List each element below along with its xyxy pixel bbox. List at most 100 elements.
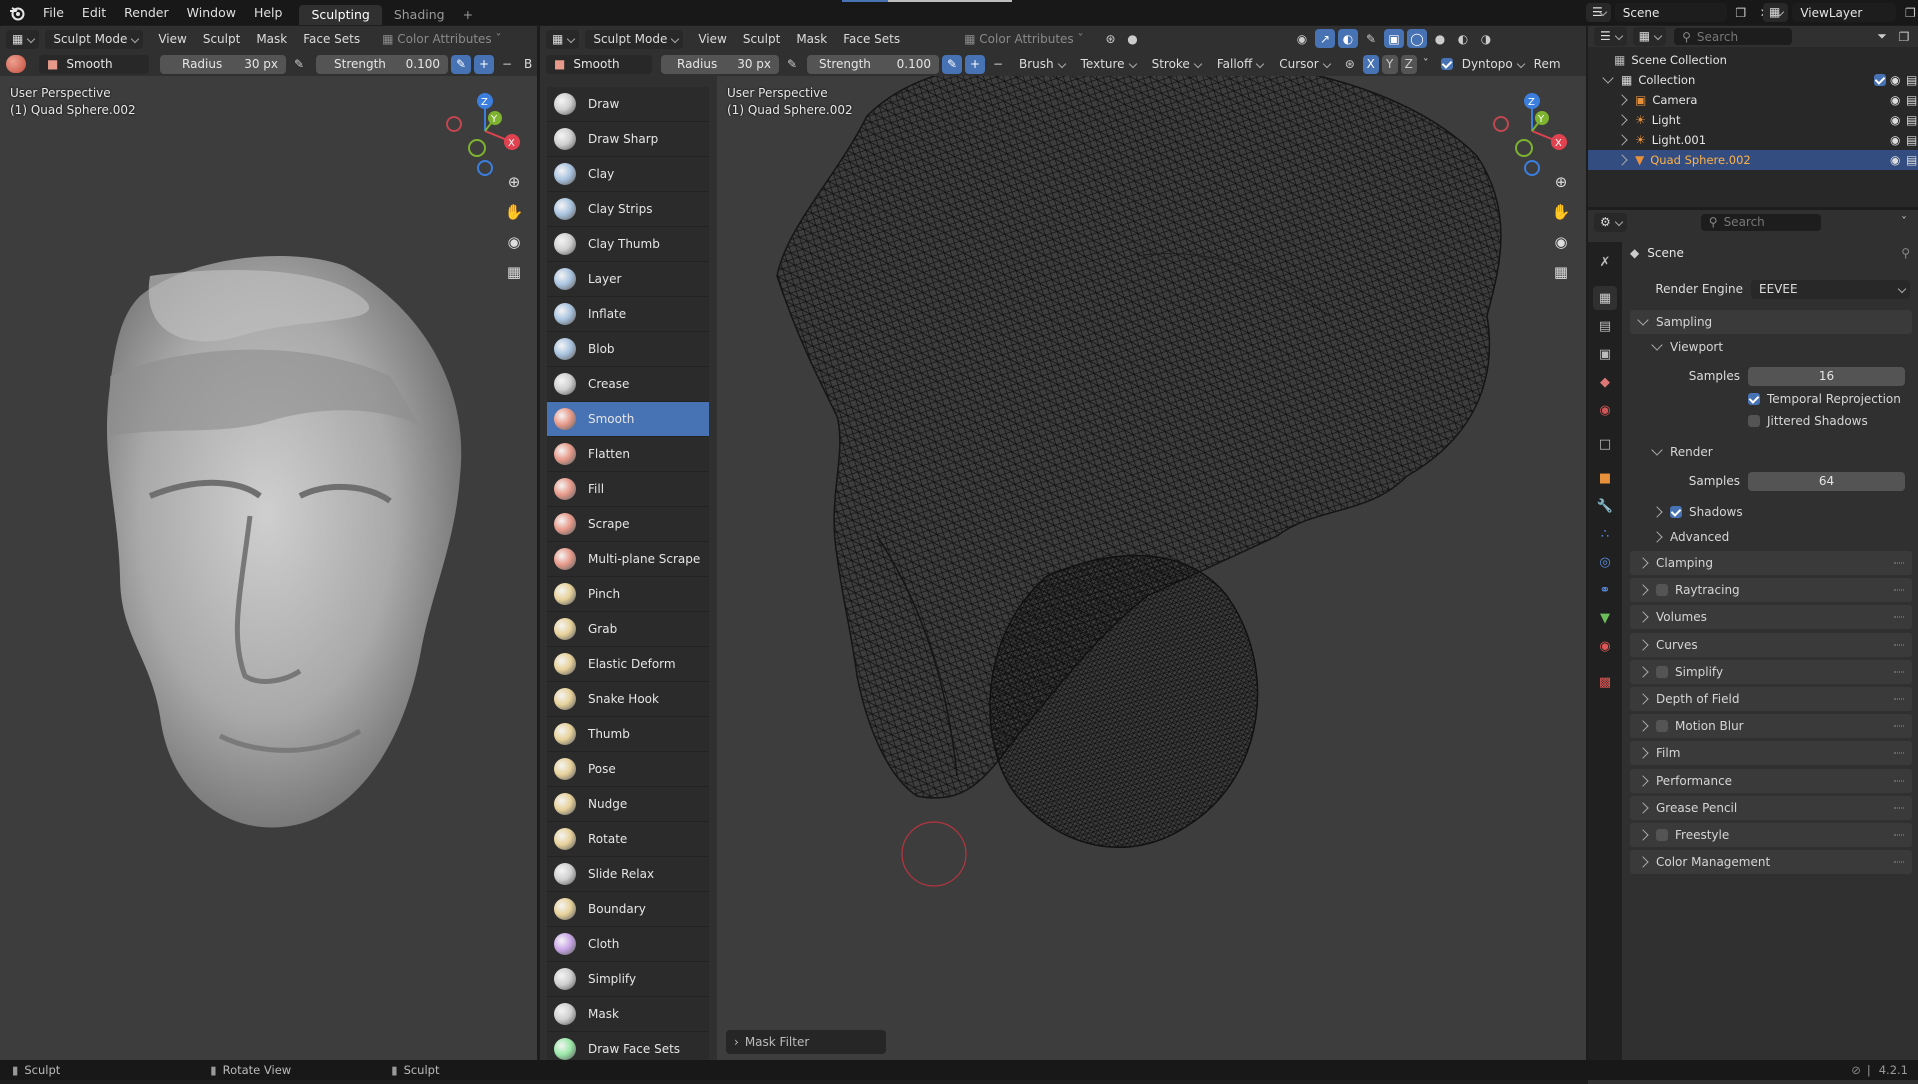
scene-name-field[interactable]: Scene	[1614, 3, 1727, 22]
outliner-scene-collection-row[interactable]: ▦ Scene Collection	[1588, 50, 1918, 70]
outliner-display-mode-icon[interactable]: ▦	[1632, 27, 1667, 46]
brush-item-grab[interactable]: Grab	[547, 612, 709, 647]
center-material-shading-icon[interactable]: ◐	[1453, 29, 1473, 48]
center-wireframe-shading-icon[interactable]: ◯	[1407, 29, 1427, 48]
viewlayer-type-icon[interactable]: ▦	[1763, 3, 1789, 22]
properties-search-input[interactable]: ⚲ Search	[1700, 213, 1821, 231]
center-navigation-gizmo[interactable]: Z X Y	[1487, 86, 1577, 176]
view-layer-tab-icon[interactable]: ▣	[1593, 342, 1617, 366]
panel-curves[interactable]: Curves	[1630, 632, 1912, 657]
outliner-expand-chevron-icon[interactable]	[1616, 134, 1628, 146]
left-zoom-icon[interactable]: ⊕	[502, 170, 526, 194]
sampling-panel-header[interactable]: Sampling	[1630, 310, 1912, 334]
panel-drag-handle-icon[interactable]	[1894, 562, 1904, 564]
outliner-expand-chevron-icon[interactable]	[1616, 94, 1628, 106]
brush-item-inflate[interactable]: Inflate	[547, 297, 709, 332]
center-symmetry-icon[interactable]: ⊛	[1101, 30, 1121, 49]
panel-performance[interactable]: Performance	[1630, 768, 1912, 793]
panel-drag-handle-icon[interactable]	[1894, 861, 1904, 864]
object-tab-icon[interactable]: ■	[1593, 466, 1617, 490]
center-dyntopo-checkbox[interactable]	[1440, 58, 1453, 70]
left-pan-hand-icon[interactable]: ✋	[502, 200, 526, 224]
left-mode-dropdown[interactable]: Sculpt Mode	[45, 29, 144, 49]
scene-type-icon[interactable]: ☰	[1586, 3, 1611, 22]
center-cursor-menu[interactable]: Cursor	[1271, 55, 1334, 74]
center-subtract-direction-icon[interactable]: −	[988, 55, 1008, 74]
brush-item-draw[interactable]: Draw	[547, 87, 709, 122]
center-mode-dropdown[interactable]: Sculpt Mode	[585, 29, 684, 49]
mask-filter-panel[interactable]: › Mask Filter	[726, 1030, 886, 1054]
center-gizmo-toggle-icon[interactable]: ↗	[1315, 29, 1335, 48]
outliner-item-camera[interactable]: ▣ Camera ◉ ▤	[1588, 90, 1918, 110]
panel-drag-handle-icon[interactable]	[1894, 643, 1904, 646]
collection-render-icon[interactable]: ▤	[1906, 73, 1917, 87]
collection-expand-chevron-icon[interactable]	[1602, 72, 1614, 84]
panel-simplify[interactable]: Simplify	[1630, 659, 1912, 684]
center-overlays-toggle-icon[interactable]: ◐	[1338, 29, 1358, 48]
collection-visibility-icon[interactable]: ◉	[1890, 73, 1900, 87]
center-axis-z-toggle[interactable]: Z	[1400, 54, 1417, 74]
brush-item-smooth[interactable]: Smooth	[547, 402, 709, 437]
panel-motion-blur[interactable]: Motion Blur	[1630, 714, 1912, 739]
center-zoom-icon[interactable]: ⊕	[1549, 170, 1573, 194]
brush-item-snake-hook[interactable]: Snake Hook	[547, 682, 709, 717]
sculpted-head-model[interactable]	[0, 76, 537, 1060]
panel-raytracing[interactable]: Raytracing	[1630, 578, 1912, 603]
shadows-subpanel-header[interactable]: Shadows	[1644, 501, 1918, 523]
brush-item-clay[interactable]: Clay	[547, 157, 709, 192]
panel-clamping[interactable]: Clamping	[1630, 551, 1912, 575]
left-brush-icon[interactable]	[6, 55, 26, 73]
center-stroke-menu[interactable]: Stroke	[1144, 55, 1206, 74]
tool-tab-icon[interactable]: ✗	[1593, 250, 1617, 274]
center-rendered-shading-icon[interactable]: ◑	[1476, 29, 1496, 48]
left-editor-type-icon[interactable]: ▦	[6, 29, 40, 49]
texture-tab-icon[interactable]: ▩	[1593, 670, 1617, 694]
brush-item-slide-relax[interactable]: Slide Relax	[547, 857, 709, 892]
center-axis-y-toggle[interactable]: Y	[1381, 54, 1398, 74]
center-menu-view[interactable]: View	[691, 32, 733, 46]
center-remesh-label[interactable]: Rem	[1532, 57, 1563, 71]
center-dyntopo-menu[interactable]: Dyntopo	[1462, 55, 1529, 74]
center-camera-view-icon[interactable]: ◉	[1549, 230, 1573, 254]
brush-item-simplify[interactable]: Simplify	[547, 962, 709, 997]
center-grid-view-icon[interactable]: ▦	[1549, 260, 1573, 284]
outliner-visibility-icon[interactable]: ◉	[1890, 133, 1900, 147]
menu-window[interactable]: Window	[178, 0, 245, 25]
physics-tab-icon[interactable]: ◎	[1593, 550, 1617, 574]
outliner-expand-chevron-icon[interactable]	[1616, 154, 1628, 166]
panel-grease-pencil[interactable]: Grease Pencil	[1630, 795, 1912, 820]
left-grid-view-icon[interactable]: ▦	[502, 260, 526, 284]
viewlayer-name-field[interactable]: ViewLayer	[1792, 3, 1897, 22]
left-add-direction-icon[interactable]: +	[474, 54, 494, 74]
outliner-collection-row[interactable]: ▦ Collection ◉ ▤	[1588, 70, 1918, 90]
outliner-render-icon[interactable]: ▤	[1906, 93, 1917, 107]
center-brush-menu[interactable]: Brush	[1011, 55, 1070, 74]
left-color-attributes-dropdown[interactable]: ▦ Color Attributes ˇ	[375, 32, 508, 46]
menu-file[interactable]: File	[34, 0, 73, 25]
panel-drag-handle-icon[interactable]	[1894, 616, 1904, 619]
render-subpanel-header[interactable]: Render	[1644, 441, 1918, 463]
constraints-tab-icon[interactable]: ⚭	[1593, 578, 1617, 602]
center-visibility-icon[interactable]: ◉	[1292, 29, 1312, 48]
properties-editor-type-icon[interactable]: ⚙	[1594, 212, 1627, 232]
jittered-shadows-checkbox[interactable]	[1748, 415, 1760, 427]
brush-item-draw-sharp[interactable]: Draw Sharp	[547, 122, 709, 157]
menu-render[interactable]: Render	[115, 0, 178, 25]
render-tab-icon[interactable]: ▦	[1593, 286, 1617, 310]
center-strength-pressure-icon[interactable]: ✎	[942, 54, 962, 74]
new-viewlayer-icon[interactable]: ❐	[1900, 3, 1918, 22]
center-menu-face-sets[interactable]: Face Sets	[836, 32, 907, 46]
output-tab-icon[interactable]: ▤	[1593, 314, 1617, 338]
brush-item-scrape[interactable]: Scrape	[547, 507, 709, 542]
temporal-reprojection-row[interactable]: Temporal Reprojection	[1748, 388, 1908, 410]
center-add-direction-icon[interactable]: +	[965, 54, 985, 74]
panel-drag-handle-icon[interactable]	[1894, 806, 1904, 809]
render-engine-dropdown[interactable]: EEVEE	[1750, 279, 1910, 299]
brush-item-boundary[interactable]: Boundary	[547, 892, 709, 927]
brush-item-thumb[interactable]: Thumb	[547, 717, 709, 752]
collection-include-checkbox[interactable]	[1874, 74, 1886, 86]
center-menu-sculpt[interactable]: Sculpt	[736, 32, 787, 46]
outliner-expand-chevron-icon[interactable]	[1616, 114, 1628, 126]
panel-enable-checkbox[interactable]	[1656, 720, 1668, 733]
left-radius-field[interactable]: Radius 30 px	[160, 54, 286, 74]
